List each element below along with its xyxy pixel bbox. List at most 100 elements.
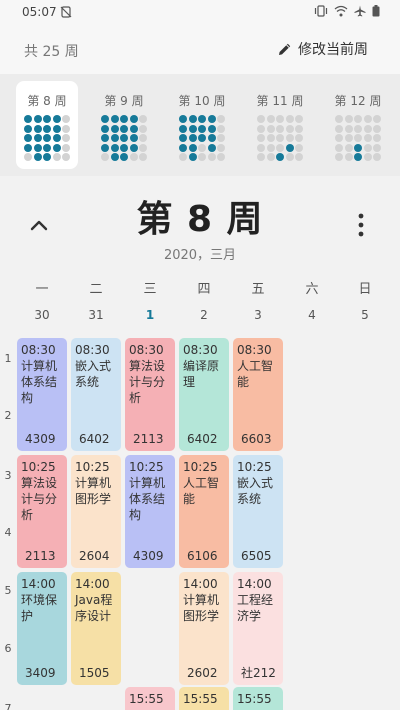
week-dot-empty [363, 134, 372, 142]
week-dot-grid [179, 115, 225, 161]
week-card-label: 第 12 周 [334, 94, 382, 108]
week-dot-filled [207, 134, 216, 142]
course-room: 2602 [187, 666, 218, 680]
week-dot-empty [24, 153, 32, 161]
course-card[interactable]: 15:55 [233, 687, 283, 710]
week-dot-filled [188, 134, 197, 142]
course-time: 08:30 [183, 343, 218, 357]
course-card[interactable]: 10:25 人工智能 6106 [179, 455, 229, 568]
week-dot-filled [198, 115, 206, 123]
week-dot-empty [363, 153, 372, 161]
week-dot-filled [110, 153, 119, 161]
course-card[interactable]: 14:00 计算机图形学 2602 [179, 572, 229, 685]
course-card[interactable]: 08:30 算法设计与分析 2113 [125, 338, 175, 451]
week-dot-empty [257, 124, 265, 133]
course-room: 3409 [25, 666, 56, 680]
course-time: 08:30 [237, 343, 272, 357]
vibrate-icon [314, 5, 328, 17]
week-dot-empty [295, 134, 303, 142]
week-dot-empty [198, 153, 206, 161]
course-name: 算法设计与分析 [129, 359, 166, 405]
course-card[interactable]: 08:30 计算机体系结构 4309 [17, 338, 67, 451]
week-dot-empty [62, 134, 70, 142]
course-card[interactable]: 08:30 编译原理 6402 [179, 338, 229, 451]
week-dot-filled [120, 153, 128, 161]
week-dot-filled [129, 134, 138, 142]
edit-current-week-label: 修改当前周 [298, 42, 368, 58]
airplane-mode-icon [354, 5, 366, 17]
week-dot-empty [295, 153, 303, 161]
week-card[interactable]: 第 12 周 [327, 81, 389, 169]
course-card[interactable]: 08:30 人工智能 6603 [233, 338, 283, 451]
course-name: 计算机体系结构 [129, 476, 166, 522]
date-label: 2 [200, 308, 208, 322]
course-time: 10:25 [183, 460, 218, 474]
course-card[interactable]: 15:55 [179, 687, 229, 710]
course-time: 14:00 [21, 577, 56, 591]
week-dot-empty [217, 124, 225, 133]
week-dot-filled [43, 143, 51, 152]
course-time: 10:25 [21, 460, 56, 474]
week-dot-empty [285, 115, 294, 123]
week-dot-filled [354, 153, 362, 161]
course-card[interactable]: 10:25 计算机体系结构 4309 [125, 455, 175, 568]
week-dot-grid [257, 115, 303, 161]
pencil-icon [279, 43, 291, 55]
course-room: 6106 [187, 549, 218, 563]
week-dot-filled [129, 143, 138, 152]
course-card[interactable]: 14:00 工程经济学 社212 [233, 572, 283, 685]
week-dot-filled [179, 134, 187, 142]
week-dot-empty [207, 153, 216, 161]
week-dot-filled [43, 124, 51, 133]
more-options-icon[interactable] [356, 212, 366, 238]
week-dot-empty [266, 134, 275, 142]
week-card[interactable]: 第 10 周 [171, 81, 233, 169]
week-dot-filled [120, 115, 128, 123]
course-time: 15:55 [129, 692, 164, 706]
week-card[interactable]: 第 8 周 [16, 81, 78, 169]
week-dot-empty [257, 143, 265, 152]
course-name: 人工智能 [237, 359, 274, 389]
week-dot-filled [101, 124, 109, 133]
week-card[interactable]: 第 9 周 [93, 81, 155, 169]
week-dot-empty [295, 143, 303, 152]
week-dot-empty [62, 143, 70, 152]
course-card[interactable]: 10:25 嵌入式系统 6505 [233, 455, 283, 568]
week-dot-empty [62, 115, 70, 123]
weekday-label: 六 [305, 282, 319, 297]
date-label: 3 [254, 308, 262, 322]
date-label: 30 [34, 308, 50, 322]
week-dot-filled [43, 115, 51, 123]
course-card[interactable]: 15:55 [125, 687, 175, 710]
week-dot-empty [335, 153, 343, 161]
course-card[interactable]: 08:30 嵌入式系统 6402 [71, 338, 121, 451]
week-dot-empty [354, 115, 362, 123]
course-time: 14:00 [183, 577, 218, 591]
week-dot-empty [295, 124, 303, 133]
course-card[interactable]: 14:00 Java程序设计 1505 [71, 572, 121, 685]
week-card-label: 第 8 周 [27, 94, 67, 108]
week-dot-empty [276, 124, 284, 133]
date-label: 4 [308, 308, 316, 322]
course-card[interactable]: 10:25 算法设计与分析 2113 [17, 455, 67, 568]
course-name: 算法设计与分析 [21, 476, 58, 522]
course-card[interactable]: 14:00 环境保护 3409 [17, 572, 67, 685]
course-room: 6603 [241, 432, 272, 446]
edit-current-week-button[interactable]: 修改当前周 [278, 39, 368, 59]
week-dot-grid [101, 115, 147, 161]
course-name: 嵌入式系统 [237, 476, 274, 506]
week-dot-filled [110, 134, 119, 142]
week-dot-filled [129, 115, 138, 123]
week-dot-filled [24, 134, 32, 142]
week-card[interactable]: 第 11 周 [249, 81, 311, 169]
week-dot-filled [188, 143, 197, 152]
week-title: 第 8 周 [136, 199, 264, 240]
course-name: 嵌入式系统 [75, 359, 112, 389]
week-dot-empty [139, 134, 147, 142]
course-card[interactable]: 10:25 计算机图形学 2604 [71, 455, 121, 568]
course-time: 10:25 [75, 460, 110, 474]
period-number: 5 [4, 584, 12, 597]
week-dot-filled [188, 124, 197, 133]
course-room: 社212 [241, 666, 276, 680]
week-dot-filled [43, 134, 51, 142]
